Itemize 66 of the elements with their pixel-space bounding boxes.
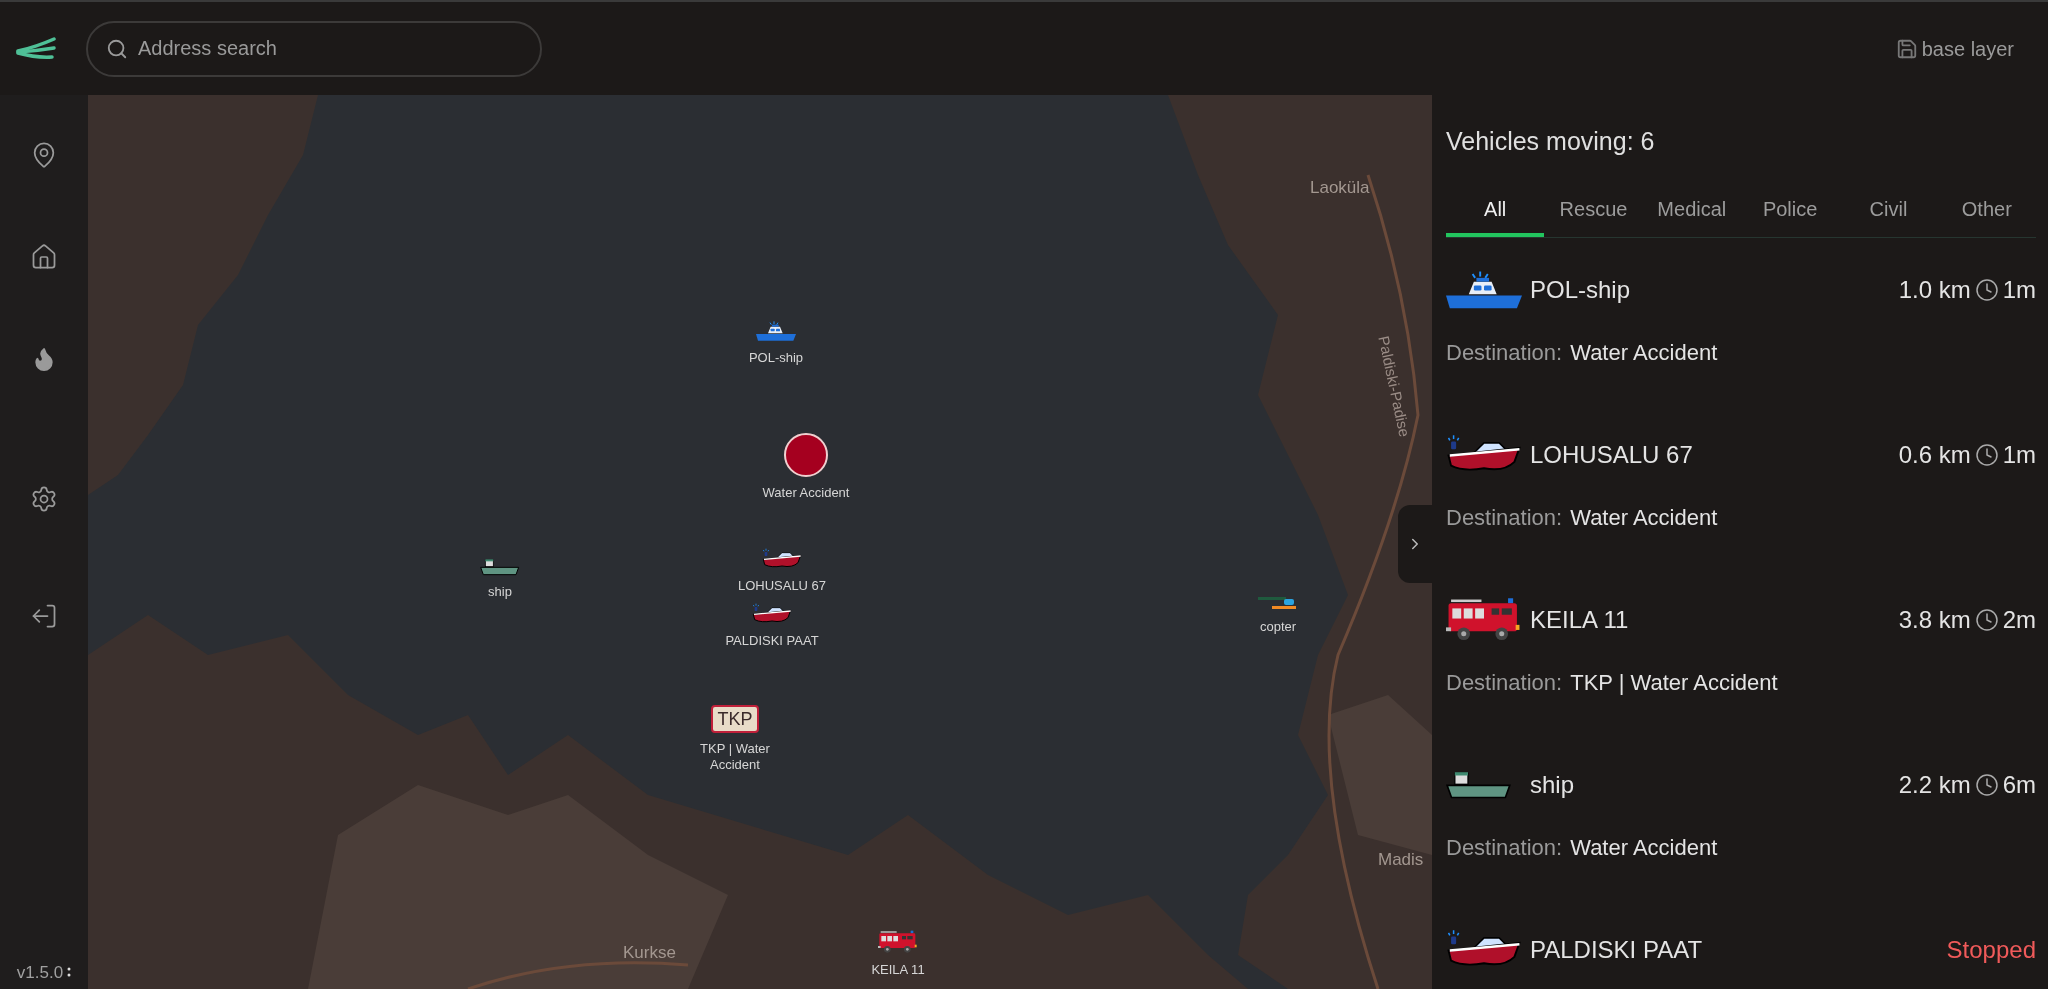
distance-text: 0.6 km bbox=[1898, 439, 1971, 470]
destination-label: Destination: bbox=[1446, 338, 1563, 367]
marker-label: POL-ship bbox=[748, 350, 804, 367]
filter-tab[interactable]: All bbox=[1446, 184, 1545, 237]
ship-icon bbox=[480, 558, 520, 576]
save-icon bbox=[1895, 37, 1918, 60]
drag-handle-icon[interactable] bbox=[67, 966, 72, 979]
helicopter-icon bbox=[1258, 595, 1298, 611]
vehicle-name: PALDISKI PAAT bbox=[1530, 934, 1703, 965]
base-layer-button[interactable]: base layer bbox=[1895, 33, 2014, 64]
clock-icon bbox=[1974, 607, 1999, 632]
ship-icon bbox=[1446, 769, 1512, 800]
distance-text: 1.0 km bbox=[1898, 274, 1971, 305]
status-text: Stopped bbox=[1946, 934, 2036, 965]
destination-text: Water Accident bbox=[1570, 503, 1718, 532]
clock-icon bbox=[1974, 277, 1999, 302]
eta-text: 1m bbox=[2002, 274, 2036, 305]
eta-text: 6m bbox=[2002, 769, 2036, 800]
filter-tab[interactable]: Rescue bbox=[1544, 184, 1643, 237]
marker-label: KEILA 11 bbox=[871, 962, 925, 979]
vehicle-name: LOHUSALU 67 bbox=[1530, 439, 1693, 470]
marker-label: ship bbox=[488, 584, 512, 601]
marker-label: TKP | Water Accident bbox=[699, 741, 771, 774]
eta-text: 1m bbox=[2002, 439, 2036, 470]
eta-text: 2m bbox=[2002, 604, 2036, 635]
vehicle-name: POL-ship bbox=[1530, 274, 1631, 305]
place-label: Kurkse bbox=[623, 942, 676, 964]
search-icon bbox=[106, 37, 128, 60]
clock-icon bbox=[1974, 442, 1999, 467]
vehicle-name: KEILA 11 bbox=[1530, 604, 1629, 635]
distance-text: 2.2 km bbox=[1898, 769, 1971, 800]
vehicle-item[interactable]: ship 2.2 km 6m Destination: Water Accident bbox=[1446, 732, 2036, 898]
vehicle-item[interactable]: LOHUSALU 67 0.6 km 1m Destination: Water Accident bbox=[1446, 402, 2036, 568]
filter-tab[interactable]: Other bbox=[1937, 184, 2036, 237]
search-field[interactable]: Address search bbox=[86, 20, 542, 77]
place-label: Laoküla bbox=[1310, 177, 1370, 199]
destination-text: TKP | Water Accident bbox=[1570, 668, 1778, 697]
vehicle-item[interactable]: PALDISKI PAAT Stopped bbox=[1446, 897, 2036, 989]
destination-label: Destination: bbox=[1446, 503, 1563, 532]
speedboat-icon bbox=[752, 603, 792, 625]
distance-text: 3.8 km bbox=[1898, 604, 1971, 635]
marker-label: Water Accident bbox=[762, 485, 850, 502]
destination-label: Destination: bbox=[1446, 833, 1563, 862]
speedboat-icon bbox=[762, 548, 802, 570]
post-badge[interactable]: TKP bbox=[711, 705, 759, 733]
fire-truck-icon bbox=[1446, 596, 1522, 643]
vehicle-name: ship bbox=[1530, 769, 1575, 800]
marker-label: PALDISKI PAAT bbox=[725, 633, 819, 650]
version-label: v1.5.0 bbox=[16, 961, 64, 984]
filter-tab[interactable]: Civil bbox=[1839, 184, 1938, 237]
destination-text: Water Accident bbox=[1570, 338, 1718, 367]
vehicle-item[interactable]: POL-ship 1.0 km 1m Destination: Water Accident bbox=[1446, 237, 2036, 403]
panel-title: Vehicles moving: 6 bbox=[1446, 126, 1656, 157]
place-label: Madis bbox=[1378, 849, 1424, 871]
clock-icon bbox=[1974, 772, 1999, 797]
marker-label: copter bbox=[1259, 619, 1297, 636]
destination-text: Water Accident bbox=[1570, 833, 1718, 862]
incident-marker[interactable] bbox=[784, 433, 828, 477]
filter-tab[interactable]: Police bbox=[1741, 184, 1840, 237]
logo-icon bbox=[16, 36, 58, 61]
fire-truck-icon bbox=[878, 930, 918, 954]
marker-label: LOHUSALU 67 bbox=[737, 578, 827, 595]
destination-label: Destination: bbox=[1446, 668, 1563, 697]
police-boat-icon bbox=[756, 320, 796, 342]
vehicle-item[interactable]: KEILA 11 3.8 km 2m Destination: TKP | Water Accident bbox=[1446, 567, 2036, 733]
filter-tab[interactable]: Medical bbox=[1642, 184, 1741, 237]
